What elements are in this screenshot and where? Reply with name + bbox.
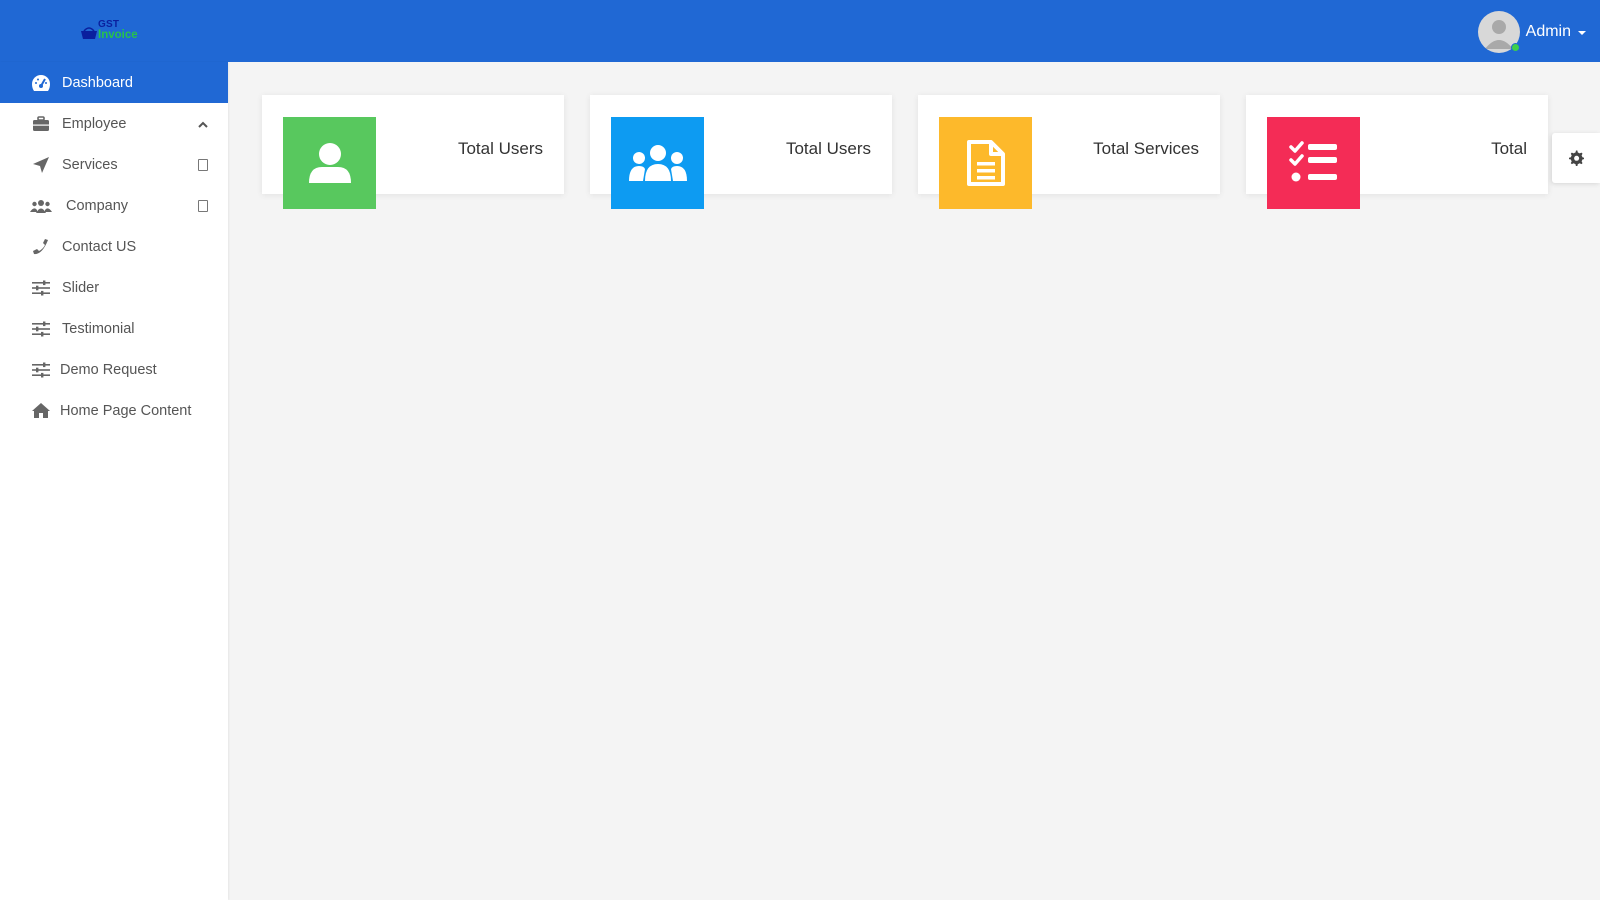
card-title: Total Services xyxy=(1093,139,1199,158)
phone-icon xyxy=(30,237,52,257)
gear-icon xyxy=(1569,150,1584,166)
card-title: Total Users xyxy=(785,139,871,158)
home-icon xyxy=(30,401,52,421)
sidebar-item-label: Slider xyxy=(62,279,100,296)
paper-plane-icon xyxy=(30,155,52,175)
card-icon-box xyxy=(1267,117,1360,209)
stat-card-total-users-group[interactable]: Total Users xyxy=(590,95,892,209)
sidebar-item-contact-us[interactable]: Contact US xyxy=(0,226,228,267)
sidebar-item-services[interactable]: Services xyxy=(0,144,228,185)
sliders-icon xyxy=(30,360,52,380)
user-menu[interactable]: Admin xyxy=(1477,11,1586,53)
sidebar-item-employee[interactable]: Employee xyxy=(0,103,228,144)
sliders-icon xyxy=(30,319,52,339)
expand-box-icon[interactable] xyxy=(198,158,208,171)
task-list-icon xyxy=(1288,141,1337,182)
sidebar-item-demo-request[interactable]: Demo Request xyxy=(0,349,228,390)
sidebar-item-slider[interactable]: Slider xyxy=(0,267,228,308)
sidebar-item-label: Employee xyxy=(62,115,127,132)
chevron-up-icon[interactable] xyxy=(198,116,208,132)
sidebar-item-home-page-content[interactable]: Home Page Content xyxy=(0,390,228,431)
sidebar-item-label: Demo Request xyxy=(60,361,157,378)
sidebar-item-label: Home Page Content xyxy=(60,402,192,419)
users-icon xyxy=(30,196,52,216)
sliders-icon xyxy=(30,278,52,298)
briefcase-icon xyxy=(30,114,52,134)
sidebar-item-label: Services xyxy=(62,156,118,173)
card-title: Total Users xyxy=(457,139,543,158)
top-navbar: GST Invoice Admin xyxy=(0,0,1600,62)
sidebar-item-company[interactable]: Company xyxy=(0,185,228,226)
expand-box-icon[interactable] xyxy=(198,199,208,212)
file-icon xyxy=(966,140,1005,186)
sidebar-item-label: Dashboard xyxy=(62,74,133,91)
card-title: Total xyxy=(1491,139,1527,158)
stat-card-total-users[interactable]: Total Users xyxy=(262,95,564,209)
sidebar: Dashboard Employee Services Company Cont… xyxy=(0,62,228,900)
user-name: Admin xyxy=(1525,23,1571,40)
card-icon-box xyxy=(939,117,1032,209)
dashboard-gauge-icon xyxy=(30,73,52,93)
card-icon-box xyxy=(611,117,704,209)
stat-card-total[interactable]: Total xyxy=(1246,95,1548,209)
sidebar-item-dashboard[interactable]: Dashboard xyxy=(0,62,228,103)
user-icon xyxy=(308,143,351,183)
sidebar-item-label: Testimonial xyxy=(62,320,135,337)
sidebar-item-label: Contact US xyxy=(62,238,137,255)
users-group-icon xyxy=(628,145,687,181)
sidebar-item-label: Company xyxy=(66,197,129,214)
stat-card-total-services[interactable]: Total Services xyxy=(918,95,1220,209)
gst-invoice-logo[interactable]: GST Invoice xyxy=(78,18,158,46)
logo-text-invoice: Invoice xyxy=(98,29,138,41)
basket-icon xyxy=(81,27,97,39)
main-content: Total Users Total Users Total Services T… xyxy=(228,62,1600,900)
settings-toggle-button[interactable] xyxy=(1552,133,1600,183)
caret-down-icon xyxy=(1578,31,1586,35)
card-icon-box xyxy=(283,117,376,209)
sidebar-item-testimonial[interactable]: Testimonial xyxy=(0,308,228,349)
online-status-dot xyxy=(1510,43,1520,52)
